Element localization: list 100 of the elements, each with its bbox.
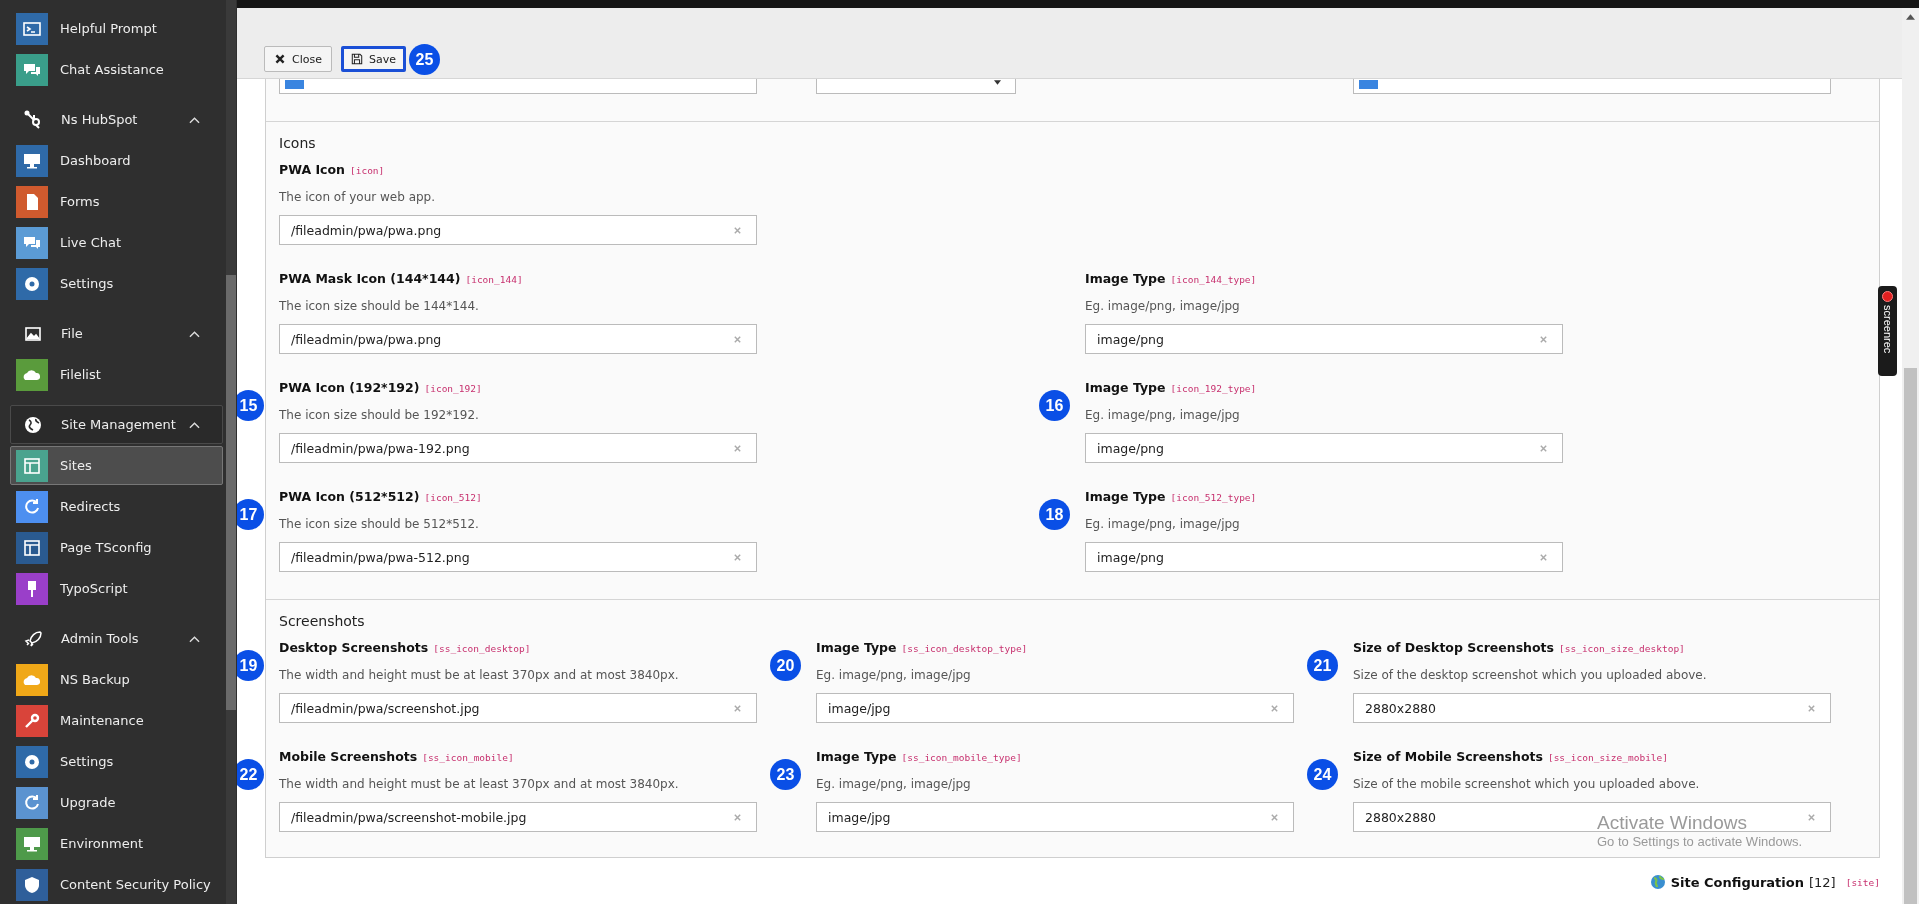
input-field[interactable]: /fileadmin/pwa/screenshot.jpg — [279, 693, 757, 723]
sidebar-item[interactable]: Maintenance — [10, 701, 223, 740]
sidebar-item[interactable]: Content Security Policy — [10, 865, 223, 904]
table-key: [site] — [1845, 876, 1880, 888]
field-label: Image Type — [1085, 380, 1166, 395]
input-field[interactable]: 2880x2880 — [1353, 693, 1831, 723]
clear-icon[interactable] — [1270, 812, 1279, 822]
section-title: Screenshots — [279, 612, 366, 631]
field-label: Mobile Screenshots — [279, 749, 418, 764]
sidebar-item[interactable]: Settings — [10, 264, 223, 303]
save-button[interactable]: Save — [340, 46, 406, 72]
field-description: The width and height must be at least 370px and at most 3840px. — [279, 776, 680, 793]
sidebar-group-header[interactable]: File — [10, 314, 223, 353]
color-field[interactable] — [1353, 79, 1831, 94]
input-field[interactable]: /fileadmin/pwa/pwa-512.png — [279, 542, 757, 572]
field-key: [ss_icon_size_desktop] — [1559, 643, 1685, 654]
activation-notice: Activate Windows — [1597, 812, 1748, 834]
step-marker: 18 — [1039, 499, 1070, 530]
clear-icon[interactable] — [1270, 703, 1279, 713]
clear-icon[interactable] — [1539, 443, 1548, 453]
clear-icon[interactable] — [733, 812, 742, 822]
sidebar-item[interactable]: Chat Assistance — [10, 50, 223, 89]
section-title: Icons — [279, 134, 317, 153]
field-key: [ss_icon_mobile] — [422, 752, 514, 763]
activation-hint: Go to Settings to activate Windows. — [1597, 834, 1803, 849]
sidebar-group-header[interactable]: Admin Tools — [10, 619, 223, 658]
field-key: [ss_icon_desktop_type] — [901, 643, 1028, 654]
field-label: Size of Mobile Screenshots — [1353, 749, 1543, 764]
input-field[interactable]: image/png — [1085, 542, 1563, 572]
clear-icon[interactable] — [1807, 812, 1816, 822]
input-field[interactable]: /fileadmin/pwa/pwa.png — [279, 215, 757, 245]
field-description: Size of the mobile screenshot which you uploaded above. — [1353, 776, 1701, 793]
chevron-icon — [189, 329, 200, 338]
sidebar-item[interactable]: Helpful Prompt — [10, 9, 223, 48]
clear-icon[interactable] — [1539, 552, 1548, 562]
field-key: [icon] — [349, 165, 385, 176]
input-field[interactable]: image/jpg — [816, 802, 1294, 832]
field-description: Eg. image/png, image/jpg — [1085, 298, 1241, 315]
sidebar-item[interactable]: Live Chat — [10, 223, 223, 262]
scroll-up-icon[interactable] — [1906, 14, 1915, 20]
clear-icon[interactable] — [733, 225, 742, 235]
color-field[interactable] — [279, 79, 757, 94]
field-description: The width and height must be at least 370px and at most 3840px. — [279, 667, 680, 684]
sidebar-item[interactable]: Upgrade — [10, 783, 223, 822]
sidebar-item[interactable]: Settings — [10, 742, 223, 781]
field-label: Image Type — [1085, 489, 1166, 504]
record-id: [12] — [1809, 874, 1836, 890]
sidebar-item[interactable]: Dashboard — [10, 141, 223, 180]
step-marker: 22 — [237, 759, 264, 790]
recorder-tab[interactable]: screenrec — [1878, 286, 1897, 376]
field-description: The icon of your web app. — [279, 189, 437, 206]
step-marker: 21 — [1307, 650, 1338, 681]
clear-icon[interactable] — [733, 334, 742, 344]
chevron-icon — [189, 634, 200, 643]
step-marker: 24 — [1307, 759, 1338, 790]
sidebar-item[interactable]: Forms — [10, 182, 223, 221]
field-key: [ss_icon_size_mobile] — [1547, 752, 1669, 763]
input-field[interactable]: image/jpg — [816, 693, 1294, 723]
close-button[interactable]: Close — [264, 46, 332, 72]
field-description: Eg. image/png, image/jpg — [816, 776, 972, 793]
clear-icon[interactable] — [733, 443, 742, 453]
sidebar-item[interactable]: Page TSconfig — [10, 528, 223, 567]
clear-icon[interactable] — [733, 703, 742, 713]
sidebar-group-header[interactable]: Site Management — [10, 405, 223, 444]
input-field[interactable]: /fileadmin/pwa/pwa.png — [279, 324, 757, 354]
clear-icon[interactable] — [1807, 703, 1816, 713]
clear-icon[interactable] — [733, 552, 742, 562]
field-label: PWA Icon — [279, 162, 345, 177]
scrollbar[interactable] — [226, 0, 236, 904]
field-label: Desktop Screenshots — [279, 640, 429, 655]
step-marker: 19 — [237, 650, 264, 681]
input-field[interactable]: /fileadmin/pwa/screenshot-mobile.jpg — [279, 802, 757, 832]
globe-icon — [1649, 874, 1666, 890]
field-key: [icon_144] — [465, 274, 523, 285]
field-description: The icon size should be 512*512. — [279, 516, 480, 533]
sidebar-item[interactable]: Sites — [10, 446, 223, 485]
field-key: [ss_icon_desktop] — [433, 643, 531, 654]
sidebar-item[interactable]: TypoScript — [10, 569, 223, 608]
input-field[interactable]: /fileadmin/pwa/pwa-192.png — [279, 433, 757, 463]
step-marker: 23 — [770, 759, 801, 790]
select-field[interactable] — [816, 79, 1016, 94]
sidebar-item[interactable]: NS Backup — [10, 660, 223, 699]
clear-icon[interactable] — [1539, 334, 1548, 344]
step-marker: 20 — [770, 650, 801, 681]
field-description: Eg. image/png, image/jpg — [816, 667, 972, 684]
field-description: Size of the desktop screenshot which you uploaded above. — [1353, 667, 1708, 684]
close-icon — [274, 53, 286, 65]
sidebar-item[interactable]: Filelist — [10, 355, 223, 394]
field-label: PWA Icon (512*512) — [279, 489, 420, 504]
input-field[interactable]: image/png — [1085, 433, 1563, 463]
sidebar-item[interactable]: Environment — [10, 824, 223, 863]
sidebar-item[interactable]: Redirects — [10, 487, 223, 526]
rocket-icon — [23, 628, 43, 649]
sidebar-group-header[interactable]: Ns HubSpot — [10, 100, 223, 139]
input-field[interactable]: image/png — [1085, 324, 1563, 354]
field-key: [icon_192_type] — [1170, 383, 1257, 394]
field-description: The icon size should be 192*192. — [279, 407, 480, 424]
field-label: PWA Mask Icon (144*144) — [279, 271, 461, 286]
field-label: Size of Desktop Screenshots — [1353, 640, 1554, 655]
field-key: [icon_512] — [424, 492, 482, 503]
